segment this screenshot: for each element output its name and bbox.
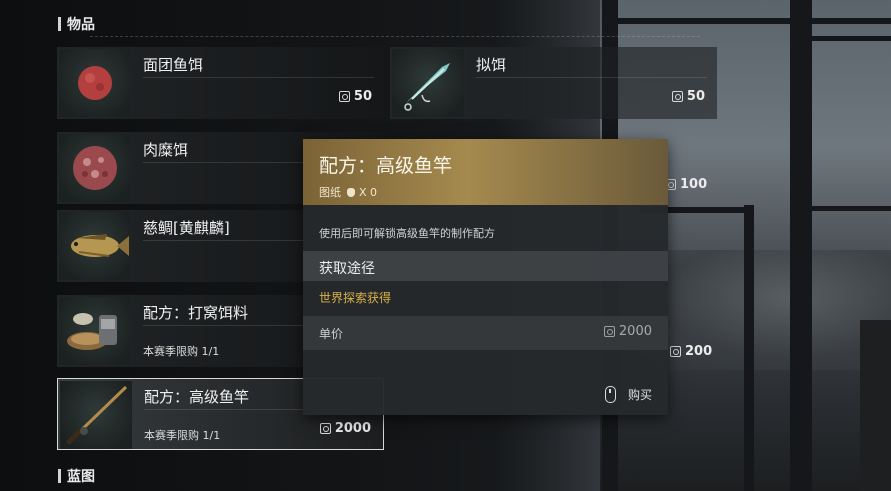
item-price: 2000 [319,421,371,436]
tooltip-title: 配方：高级鱼竿 [319,155,453,177]
item-price-value: 2000 [334,421,371,436]
item-name: 配方：高级鱼竿 [144,388,250,406]
section-title: 物品 [67,17,95,33]
currency-icon [319,423,331,434]
item-price-value: 100 [680,177,708,192]
tooltip-owned-count: X 0 [359,185,378,199]
tooltip-subtitle: 图纸 X 0 [319,184,377,200]
item-detail-tooltip: 配方：高级鱼竿 图纸 X 0 使用后即可解锁高级鱼竿的制作配方 获取途径 世界探… [303,139,668,415]
section-header-items: 物品 [58,14,95,34]
tooltip-header: 配方：高级鱼竿 图纸 X 0 [303,139,668,205]
window-frame-rail [812,36,891,41]
window-frame-post [790,0,812,491]
item-thumbnail [59,212,131,280]
item-price: 50 [671,89,705,104]
currency-icon [671,91,683,102]
item-thumbnail [59,49,131,117]
item-name: 拟饵 [476,56,507,74]
dough-bait-icon [78,66,112,100]
item-name: 慈鲷[黄麒麟] [143,219,230,237]
section-divider [90,36,700,37]
cichlid-fish-icon [71,234,129,257]
window-frame-rail [610,18,891,24]
mouse-click-icon [604,386,616,403]
tooltip-category: 图纸 [319,186,341,199]
section-title: 蓝图 [67,469,95,485]
item-price: 50 [338,89,372,104]
chair-silhouette [860,320,891,491]
tooltip-description: 使用后即可解锁高级鱼竿的制作配方 [319,227,495,240]
currency-icon [670,346,681,357]
purchase-limit: 本赛季限购 1/1 [143,345,220,358]
item-name: 面团鱼饵 [143,56,204,74]
tooltip-price-value: 2000 [618,324,652,339]
item-price-value: 50 [686,89,705,104]
section-header-blueprint: 蓝图 [58,466,95,486]
purchase-limit: 本赛季限购 1/1 [144,429,221,442]
buy-label: 购买 [627,388,652,402]
item-price-hidden-card: 100 [665,177,707,192]
lure-bait-icon [404,63,450,111]
item-name: 配方：打窝饵料 [143,304,249,322]
buy-button[interactable]: 购买 [604,386,652,403]
groundbait-recipe-icon [67,313,117,350]
currency-icon [338,91,350,102]
item-price-value: 200 [685,344,713,359]
window-frame-rail [812,206,891,211]
tooltip-price-label: 单价 [319,327,344,341]
item-thumbnail [59,297,131,365]
item-thumbnail [60,381,132,449]
item-price-groundbait: 200 [670,344,712,359]
currency-icon [603,326,615,337]
tooltip-acquire-value: 世界探索获得 [319,291,392,305]
item-price-value: 50 [353,89,372,104]
item-divider [143,77,374,78]
item-divider [476,77,707,78]
tooltip-price: 2000 [603,324,652,339]
tooltip-acquire-title: 获取途径 [319,261,375,277]
item-thumbnail [59,134,131,202]
item-card-lure[interactable]: 拟饵 50 [390,47,717,119]
section-marker [58,17,61,31]
bag-icon [347,187,355,197]
item-card-dough-bait[interactable]: 面团鱼饵 50 [57,47,384,119]
section-marker [58,469,61,483]
minced-meat-bait-icon [73,146,117,190]
window-frame-post [744,205,754,491]
item-thumbnail [392,49,464,117]
item-name: 肉糜饵 [143,141,189,159]
fishing-rod-recipe-icon [66,385,128,445]
